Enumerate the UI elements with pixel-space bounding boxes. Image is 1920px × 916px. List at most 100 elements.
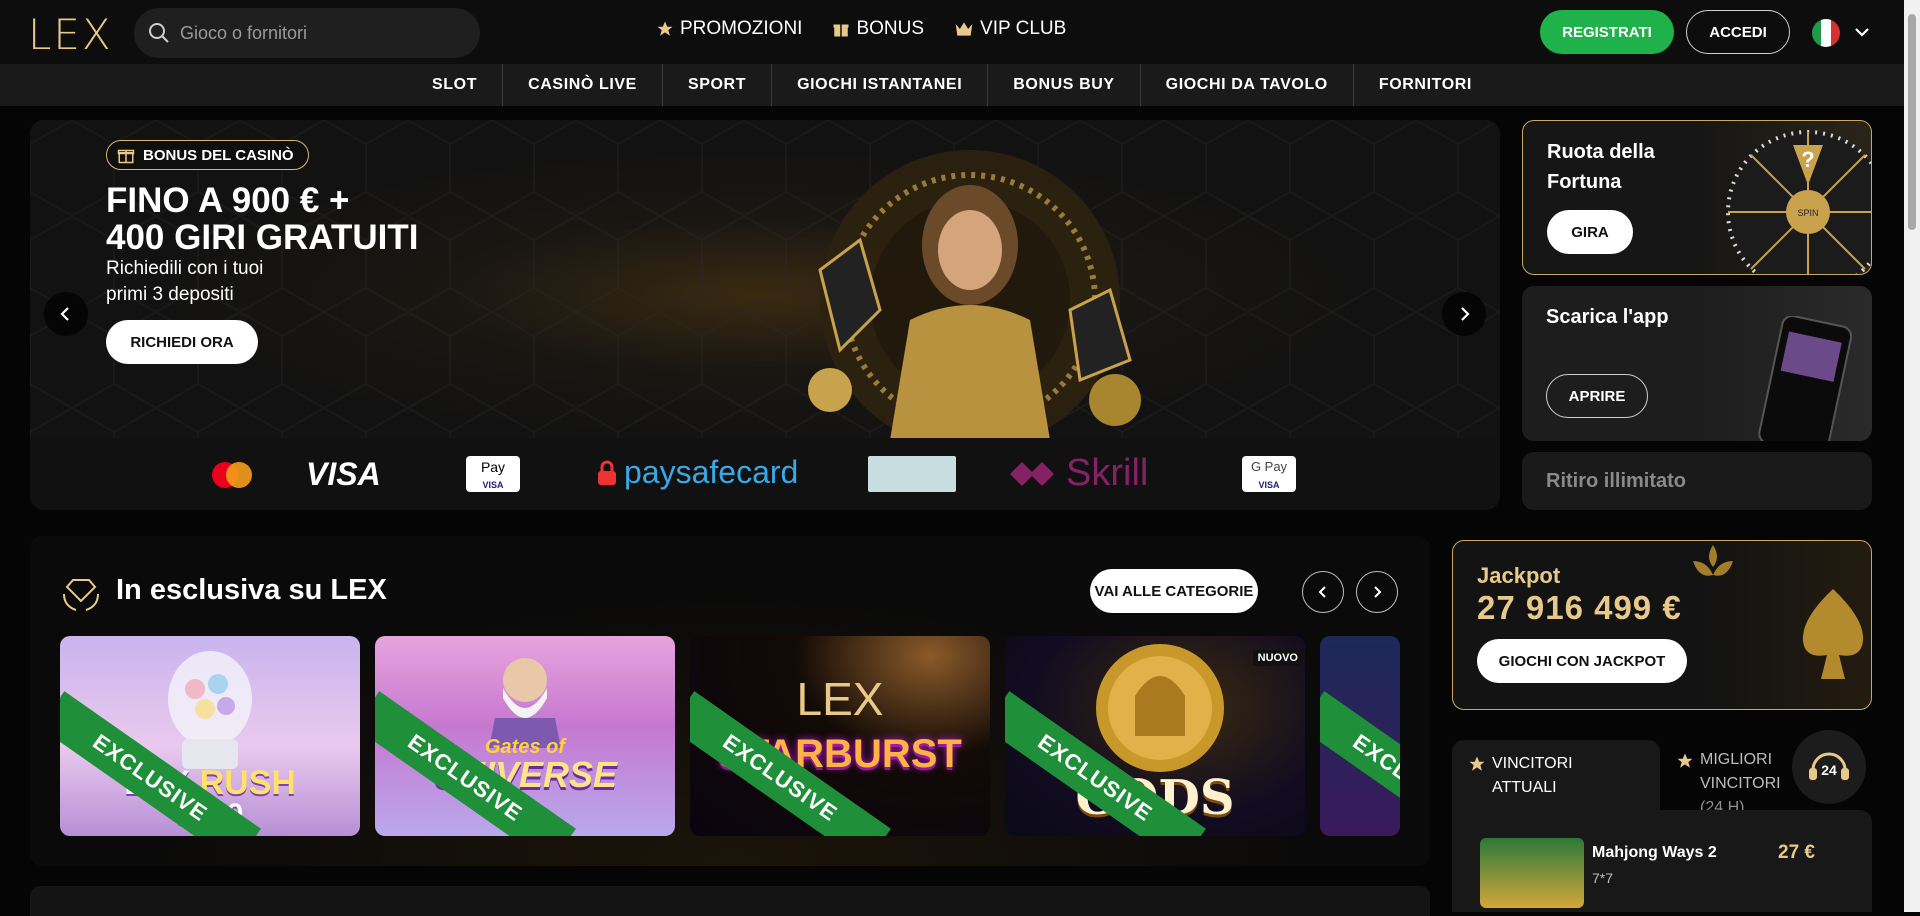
crown-icon	[955, 22, 973, 36]
skrill-logo: Skrill	[1008, 452, 1148, 495]
gumball-machine-icon	[168, 651, 252, 769]
exclusive-ribbon: EXCLUSIVE	[1320, 691, 1400, 836]
visa-logo: VISA	[306, 456, 381, 492]
italy-flag-icon[interactable]	[1812, 19, 1840, 47]
category-slot[interactable]: SLOT	[407, 64, 504, 106]
go-to-categories-button[interactable]: VAI ALLE CATEGORIE	[1090, 569, 1258, 613]
zeus-figure-icon	[489, 658, 561, 748]
open-app-button[interactable]: APRIRE	[1546, 374, 1648, 418]
hero-title-line1: FINO A 900 € +	[106, 181, 350, 220]
hero-title-line2: 400 GIRI GRATUITI	[106, 218, 419, 257]
star-icon	[1677, 753, 1693, 768]
tab-best-winners[interactable]: MIGLIORI VINCITORI (24 H)	[1676, 740, 1796, 816]
wheel-title: Ruota della Fortuna	[1547, 141, 1655, 193]
claim-now-button[interactable]: RICHIEDI ORA	[106, 320, 258, 364]
paysafecard-logo: paysafecard	[596, 454, 798, 491]
svg-text:?: ?	[1801, 147, 1814, 172]
logo[interactable]: LEX	[28, 10, 113, 59]
spin-button[interactable]: GIRA	[1547, 210, 1633, 254]
game-card-partial[interactable]: EXCLUSIVE	[1320, 636, 1400, 836]
jackpot-label: Jackpot	[1477, 563, 1561, 588]
badge-label: BONUS DEL CASINÒ	[143, 146, 294, 164]
unlimited-withdrawal-promo[interactable]: Ritiro illimitato	[1522, 452, 1872, 510]
chevron-right-icon	[1374, 586, 1382, 598]
chevron-down-icon[interactable]	[1852, 22, 1872, 42]
hero-title: FINO A 900 € + 400 GIRI GRATUITI	[106, 182, 418, 256]
payment-methods: VISA Pay VISA paysafecard Skrill G Pay VIS…	[30, 438, 1500, 510]
search-box[interactable]	[134, 8, 480, 58]
game-card-lex-gods[interactable]: NUOVO GODS EXCLUSIVE	[1005, 636, 1305, 836]
category-live-casino[interactable]: CASINÒ LIVE	[503, 64, 663, 106]
hero-prev-arrow[interactable]	[44, 292, 88, 336]
lock-icon	[598, 460, 616, 485]
mastercard-logo	[212, 462, 252, 488]
gold-fleur-icon	[1693, 545, 1733, 576]
search-icon	[149, 23, 169, 43]
wheel-spin-label: SPIN	[1797, 208, 1818, 218]
nav-promotions[interactable]: PROMOZIONI	[656, 18, 802, 40]
carousel-prev-button[interactable]	[1302, 571, 1344, 613]
nav-label: VIP CLUB	[980, 18, 1067, 39]
hero-banner: BONUS DEL CASINÒ FINO A 900 € + 400 GIRI…	[30, 120, 1500, 510]
fortune-wheel-icon: SPIN ?	[1726, 130, 1871, 274]
nav-vip-club[interactable]: VIP CLUB	[954, 18, 1066, 40]
instant-banking-logo	[868, 456, 956, 492]
nav-label: BONUS	[856, 18, 925, 39]
gift-icon	[833, 24, 849, 37]
category-table-games[interactable]: GIOCHI DA TAVOLO	[1141, 64, 1354, 106]
diamond-laurel-icon	[63, 579, 99, 611]
tab-current-winners[interactable]: VINCITORI ATTUALI	[1452, 740, 1660, 810]
hero-artwork	[808, 150, 1141, 440]
skrill-arrows-icon	[1010, 461, 1054, 486]
jackpot-amount: 27 916 499 €	[1477, 589, 1682, 626]
withdraw-title: Ritiro illimitato	[1546, 470, 1686, 492]
game-thumbnail	[1480, 838, 1584, 908]
login-button[interactable]: ACCEDI	[1686, 10, 1790, 54]
phone-icon	[1758, 316, 1853, 441]
hero-subtitle: Richiedili con i tuoi primi 3 depositi	[106, 258, 264, 305]
nav-bonus[interactable]: BONUS	[832, 18, 924, 40]
section-title: In esclusiva su LEX	[116, 574, 387, 606]
category-instant-games[interactable]: GIOCHI ISTANTANEI	[772, 64, 989, 106]
tab-label: VINCITORI ATTUALI	[1492, 755, 1573, 796]
gold-spade-icon	[1802, 589, 1864, 679]
gift-icon	[117, 149, 135, 164]
support-24-button[interactable]: 24	[1792, 730, 1866, 804]
game-card-gates-of-universe[interactable]: Gates of UNIVERSE EXCLUSIVE	[375, 636, 675, 836]
game-card-lex-rush[interactable]: LEX RUSH 1000 EXCLUSIVE	[60, 636, 360, 836]
winners-list: Mahjong Ways 2 7*7 27 €	[1452, 810, 1872, 912]
category-sport[interactable]: SPORT	[663, 64, 773, 106]
register-button[interactable]: REGISTRATI	[1540, 10, 1674, 54]
chevron-right-icon	[1461, 307, 1470, 321]
game-title-word: LEX	[796, 673, 884, 725]
winner-row[interactable]: Mahjong Ways 2 7*7 27 €	[1480, 838, 1850, 908]
game-card-lex-starburst[interactable]: LEX STARBURST EXCLUSIVE	[690, 636, 990, 836]
category-bonus-buy[interactable]: BONUS BUY	[988, 64, 1141, 106]
download-app-promo[interactable]: Scarica l'app APRIRE	[1522, 286, 1872, 441]
wheel-of-fortune-promo[interactable]: Ruota della Fortuna GIRA SPIN ?	[1522, 120, 1872, 275]
top-bar: LEX PROMOZIONI BONUS VIP CLUB REGISTRATI…	[0, 0, 1904, 64]
exclusive-section: In esclusiva su LEX VAI ALLE CATEGORIE L…	[30, 536, 1430, 866]
search-input[interactable]	[180, 22, 460, 44]
carousel-next-button[interactable]	[1356, 571, 1398, 613]
chevron-left-icon	[1318, 586, 1326, 598]
casino-bonus-badge: BONUS DEL CASINÒ	[106, 140, 309, 170]
jackpot-panel: Jackpot 27 916 499 € GIOCHI CON JACKPOT	[1452, 540, 1872, 710]
jackpot-games-button[interactable]: GIOCHI CON JACKPOT	[1477, 639, 1687, 683]
scrollbar-thumb[interactable]	[1908, 14, 1916, 230]
support-label: 24	[1821, 762, 1837, 778]
tab-label: MIGLIORI VINCITORI	[1700, 751, 1781, 792]
hero-next-arrow[interactable]	[1442, 292, 1486, 336]
winner-amount: 27 €	[1778, 842, 1815, 863]
chevron-left-icon	[60, 307, 69, 321]
app-title: Scarica l'app	[1546, 306, 1669, 328]
new-badge: NUOVO	[1252, 650, 1303, 666]
category-bar: SLOT CASINÒ LIVE SPORT GIOCHI ISTANTANEI…	[0, 64, 1904, 106]
nav-label: PROMOZIONI	[680, 18, 803, 39]
google-pay-logo: G Pay VISA	[1242, 456, 1296, 492]
top-nav: PROMOZIONI BONUS VIP CLUB	[656, 18, 1066, 40]
winner-user: 7*7	[1592, 870, 1614, 886]
apple-pay-logo: Pay VISA	[466, 456, 520, 492]
category-providers[interactable]: FORNITORI	[1354, 64, 1497, 106]
winner-game-name: Mahjong Ways 2	[1592, 844, 1717, 861]
